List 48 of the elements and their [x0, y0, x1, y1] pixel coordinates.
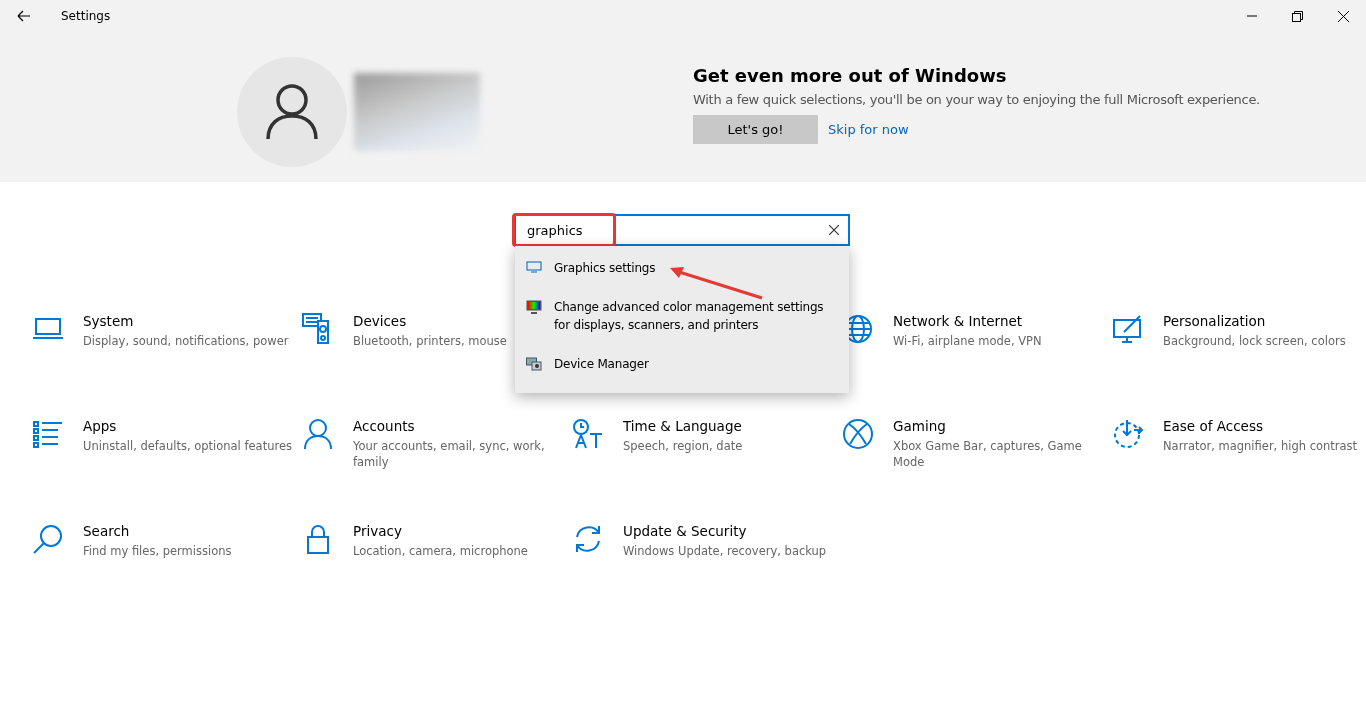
- device-manager-icon: [526, 357, 542, 371]
- tile-title[interactable]: Update & Security: [623, 523, 838, 539]
- tile-description: Windows Update, recovery, backup: [623, 543, 828, 559]
- search-icon: [32, 523, 64, 555]
- tile-description: Narrator, magnifier, high contrast: [1163, 438, 1359, 454]
- tile-description: Xbox Game Bar, captures, Game Mode: [893, 438, 1083, 470]
- tile-title[interactable]: Personalization: [1163, 313, 1366, 329]
- result-item[interactable]: Device Manager: [554, 355, 839, 373]
- tile-title[interactable]: Gaming: [893, 418, 1108, 434]
- dashed-circle-arrow-icon: [1112, 418, 1144, 450]
- banner-text: With a few quick selections, you'll be on your way to enjoying the full Microsoft experience.: [693, 92, 1260, 107]
- xbox-circle-icon: [842, 418, 874, 450]
- tile-description: Find my files, permissions: [83, 543, 233, 559]
- tile-title[interactable]: Ease of Access: [1163, 418, 1366, 434]
- tile-title[interactable]: Accounts: [353, 418, 568, 434]
- search-value: graphics: [527, 222, 583, 238]
- person-icon: [302, 418, 334, 450]
- skip-link[interactable]: Skip for now: [828, 122, 909, 137]
- tile-title[interactable]: System: [83, 313, 298, 329]
- tile-description: Wi-Fi, airplane mode, VPN: [893, 333, 1043, 349]
- banner-title: Get even more out of Windows: [693, 65, 1008, 86]
- lets-go-button[interactable]: Let's go!: [693, 115, 818, 144]
- result-item[interactable]: Graphics settings: [554, 259, 656, 277]
- list-icon: [32, 418, 64, 450]
- tile-description: Speech, region, date: [623, 438, 744, 454]
- tile-description: Location, camera, microphone: [353, 543, 529, 559]
- tile-description: Bluetooth, printers, mouse: [353, 333, 508, 349]
- result-item[interactable]: Change advanced color management settings for displays, scanners, and printers: [554, 298, 839, 334]
- tile-title[interactable]: Privacy: [353, 523, 568, 539]
- tile-description: Display, sound, notifications, power: [83, 333, 290, 349]
- tile-title[interactable]: Search: [83, 523, 298, 539]
- window-title: Settings: [61, 9, 111, 23]
- clock-letters-icon: [572, 418, 604, 450]
- clear-icon[interactable]: [829, 225, 839, 235]
- tile-title[interactable]: Time & Language: [623, 418, 838, 434]
- tile-description: Uninstall, defaults, optional features: [83, 438, 293, 454]
- tile-title[interactable]: Apps: [83, 418, 298, 434]
- person-silhouette-icon: [266, 84, 318, 140]
- back-arrow-icon[interactable]: [17, 10, 31, 22]
- tile-description: Background, lock screen, colors: [1163, 333, 1347, 349]
- close-icon[interactable]: [1338, 10, 1349, 22]
- color-monitor-icon: [526, 300, 542, 314]
- monitor-icon: [526, 261, 542, 273]
- restore-icon[interactable]: [1292, 10, 1303, 22]
- search-field[interactable]: graphics: [514, 214, 850, 246]
- tile-title[interactable]: Network & Internet: [893, 313, 1108, 329]
- tile-description: Your accounts, email, sync, work, family: [353, 438, 546, 470]
- brush-monitor-icon: [1112, 313, 1144, 345]
